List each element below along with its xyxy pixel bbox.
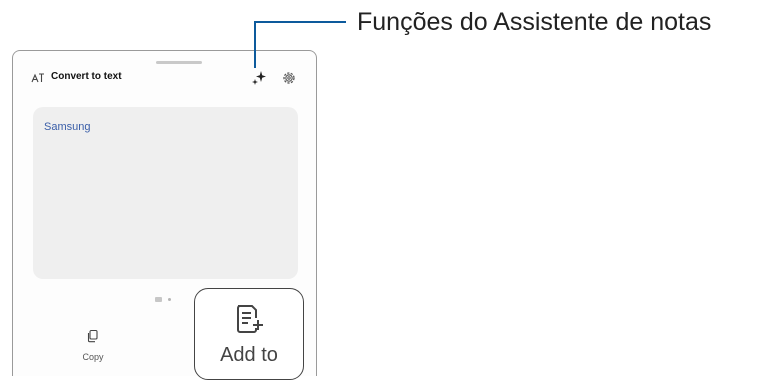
add-to-button[interactable]: Add to bbox=[194, 288, 304, 380]
sparkle-icon[interactable] bbox=[251, 70, 267, 86]
callout-label: Funções do Assistente de notas bbox=[357, 8, 712, 36]
add-to-label: Add to bbox=[220, 344, 278, 366]
panel-title: Convert to text bbox=[51, 71, 122, 82]
text-convert-icon bbox=[31, 73, 44, 83]
recognized-text-card[interactable]: Samsung bbox=[33, 107, 298, 279]
copy-label: Copy bbox=[82, 352, 104, 362]
callout-leader-horizontal bbox=[254, 21, 346, 23]
add-to-note-icon bbox=[237, 305, 263, 333]
callout-leader-vertical bbox=[254, 22, 256, 68]
copy-button[interactable]: Copy bbox=[73, 329, 113, 365]
gear-icon[interactable] bbox=[281, 70, 297, 86]
page-dot bbox=[168, 298, 171, 301]
page-dot-active bbox=[155, 297, 162, 302]
drag-handle[interactable] bbox=[156, 61, 202, 64]
recognized-text[interactable]: Samsung bbox=[44, 121, 90, 133]
page-indicator bbox=[155, 297, 171, 302]
copy-icon bbox=[87, 329, 98, 343]
